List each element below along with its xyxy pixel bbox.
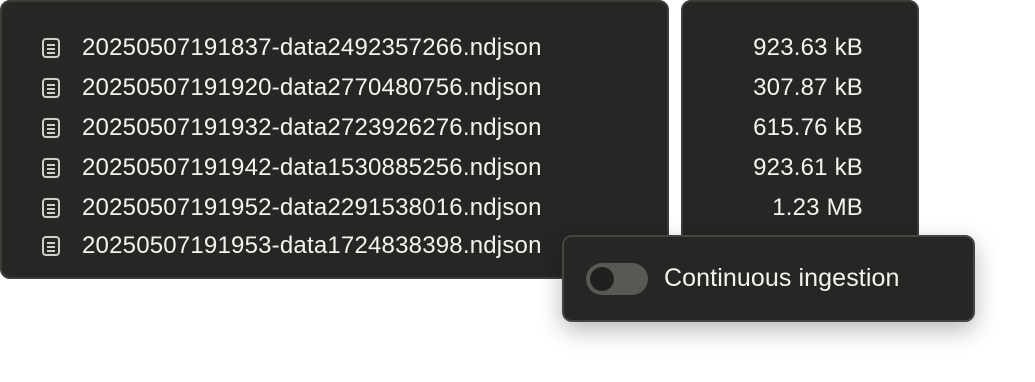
file-size: 923.63 kB <box>753 34 863 61</box>
file-row[interactable]: 20250507191837-data2492357266.ndjson <box>40 28 667 68</box>
document-icon <box>42 236 60 256</box>
continuous-ingestion-label: Continuous ingestion <box>664 264 900 292</box>
file-name: 20250507191952-data2291538016.ndjson <box>82 194 542 221</box>
file-name: 20250507191920-data2770480756.ndjson <box>82 74 542 101</box>
file-size: 615.76 kB <box>753 114 863 141</box>
file-size-row: 923.63 kB <box>683 28 863 68</box>
file-size: 923.61 kB <box>753 154 863 181</box>
file-size: 1.23 MB <box>772 194 863 221</box>
document-icon <box>42 158 60 178</box>
toggle-knob <box>590 266 614 291</box>
file-row[interactable]: 20250507191952-data2291538016.ndjson <box>40 188 667 228</box>
file-name: 20250507191942-data1530885256.ndjson <box>82 154 542 181</box>
file-row[interactable]: 20250507191920-data2770480756.ndjson <box>40 68 667 108</box>
file-name: 20250507191953-data1724838398.ndjson <box>82 232 542 259</box>
file-size-row: 615.76 kB <box>683 108 863 148</box>
document-icon <box>42 118 60 138</box>
file-name: 20250507191932-data2723926276.ndjson <box>82 114 542 141</box>
continuous-ingestion-toggle[interactable] <box>586 262 648 295</box>
document-icon <box>42 78 60 98</box>
file-size-row: 307.87 kB <box>683 68 863 108</box>
file-size-row: 923.61 kB <box>683 148 863 188</box>
continuous-ingestion-popover: Continuous ingestion <box>562 235 975 322</box>
document-icon <box>42 198 60 218</box>
file-row[interactable]: 20250507191932-data2723926276.ndjson <box>40 108 667 148</box>
file-row[interactable]: 20250507191942-data1530885256.ndjson <box>40 148 667 188</box>
document-icon <box>42 38 60 58</box>
file-name: 20250507191837-data2492357266.ndjson <box>82 34 542 61</box>
file-size-row: 1.23 MB <box>683 188 863 228</box>
ingestion-stage: 20250507191837-data2492357266.ndjson 202… <box>0 0 1035 382</box>
file-size: 307.87 kB <box>753 74 863 101</box>
